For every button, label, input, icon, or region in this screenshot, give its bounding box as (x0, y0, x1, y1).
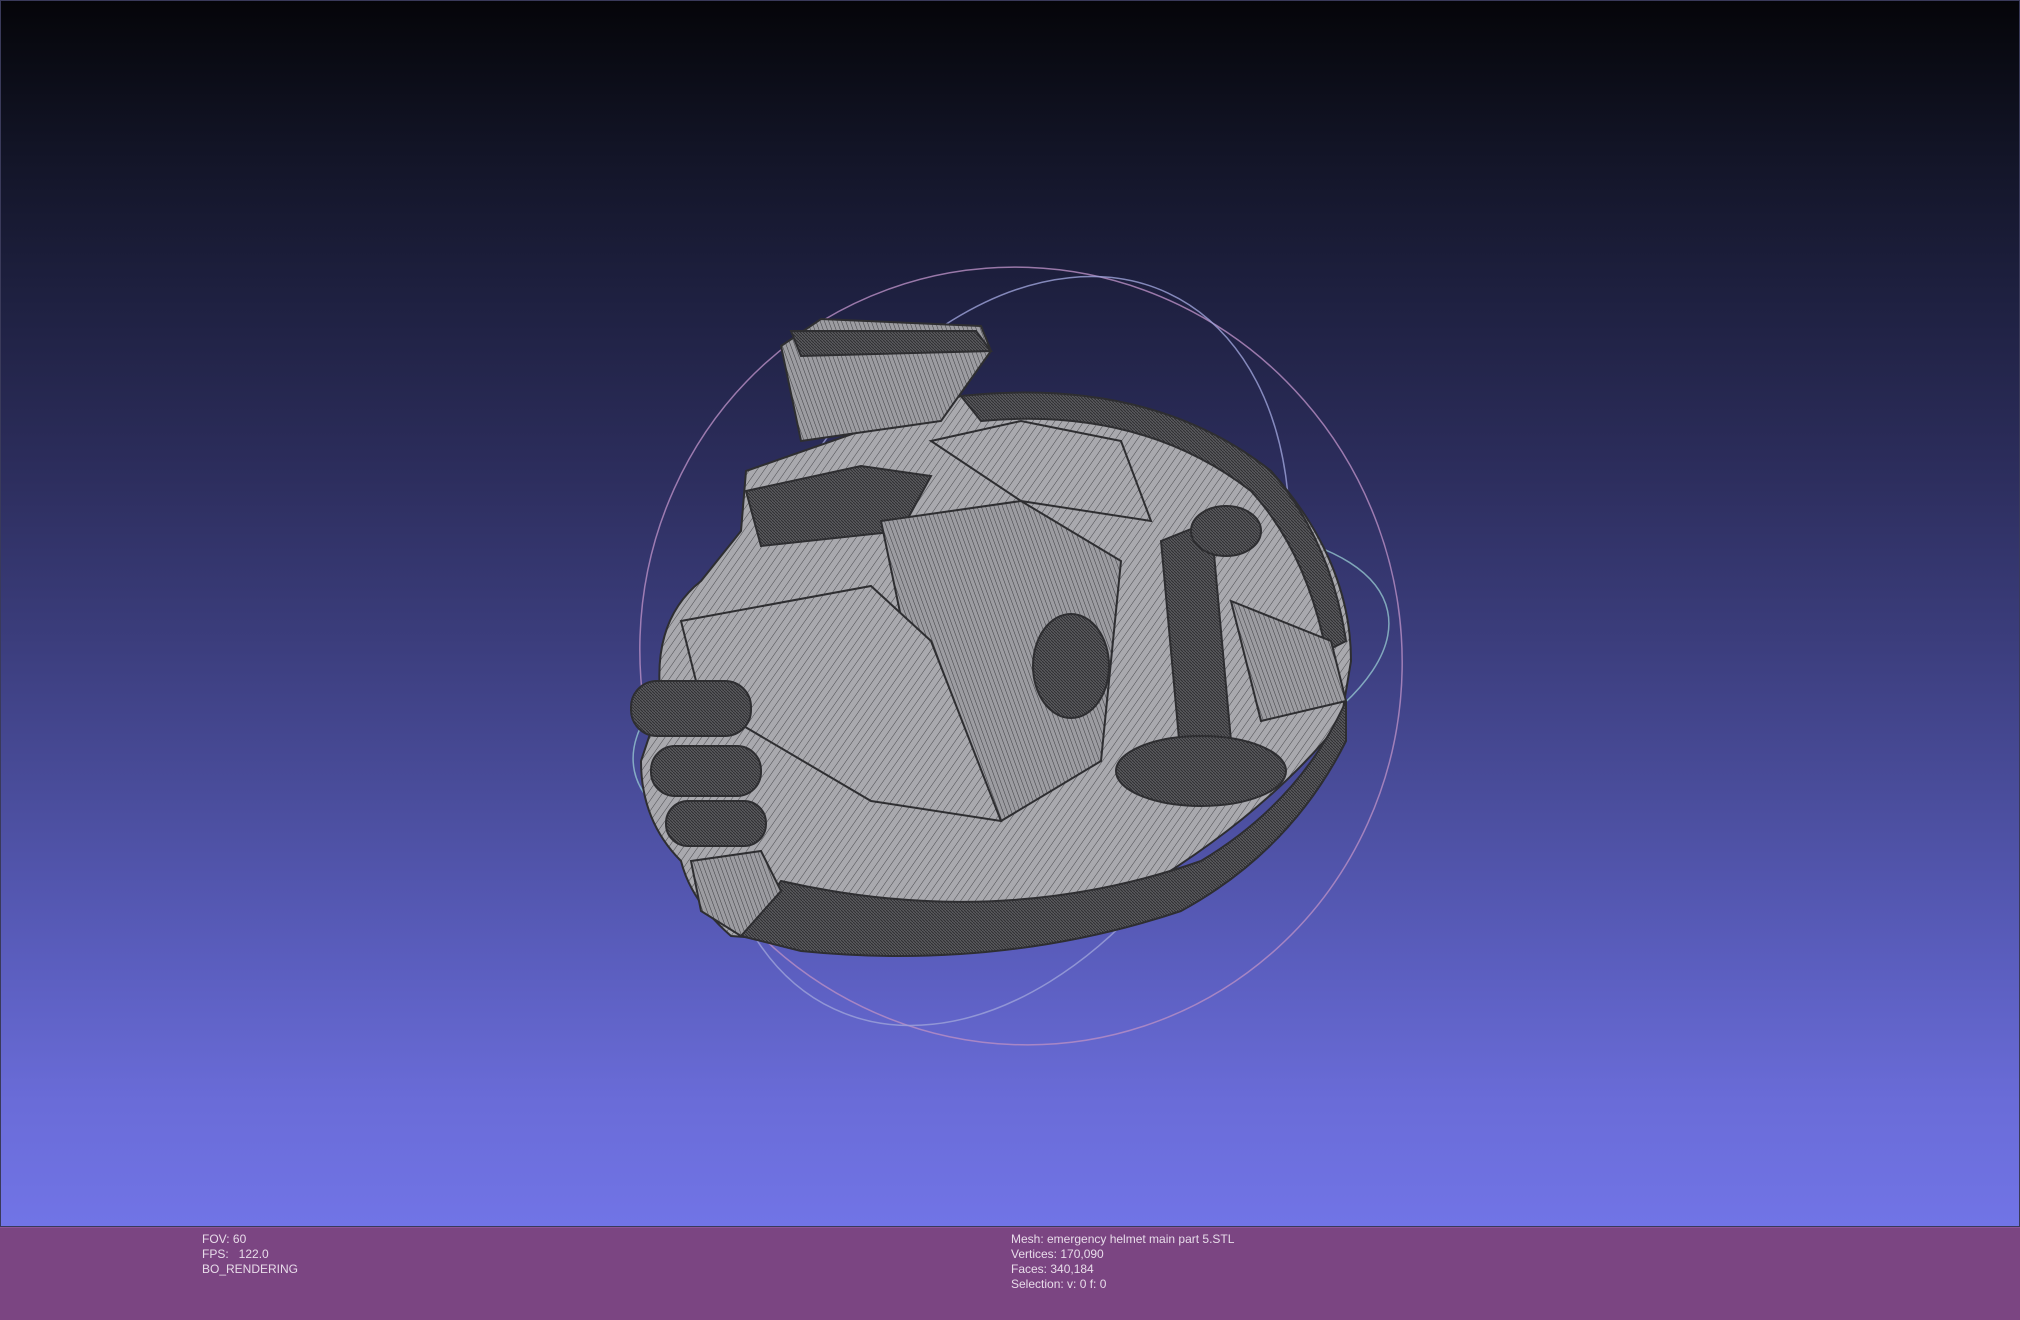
render-mode: BO_RENDERING (202, 1262, 299, 1276)
face-count: Faces: 340,184 (1011, 1262, 1094, 1276)
fov-readout: FOV: 60 (202, 1232, 247, 1246)
helmet-mesh (630, 317, 1353, 957)
fps-readout: FPS: 122.0 (202, 1247, 269, 1261)
render-info: FOV: 60 FPS: 122.0 BO_RENDERING (202, 1232, 298, 1277)
mesh-model[interactable] (1, 1, 2020, 1227)
selection-info: Selection: v: 0 f: 0 (1011, 1277, 1107, 1291)
mesh-info: Mesh: emergency helmet main part 5.STL V… (1011, 1232, 1234, 1292)
vertex-count: Vertices: 170,090 (1011, 1247, 1104, 1261)
3d-viewport[interactable] (0, 0, 2020, 1227)
status-bar: FOV: 60 FPS: 122.0 BO_RENDERING Mesh: em… (0, 1227, 2020, 1320)
mesh-name: Mesh: emergency helmet main part 5.STL (1011, 1232, 1235, 1246)
